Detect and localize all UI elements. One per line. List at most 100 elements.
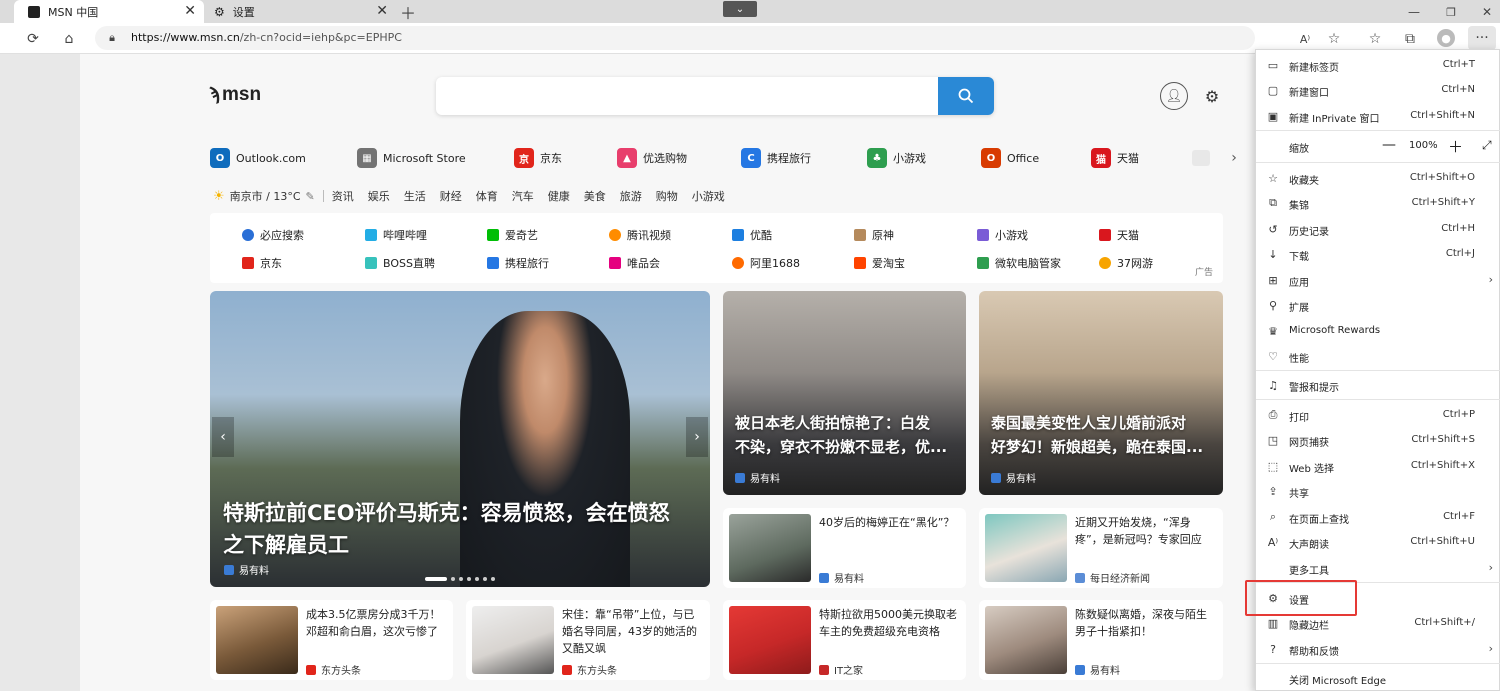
quicklink-ctrip[interactable]: C 携程旅行 xyxy=(741,147,811,169)
menu-item-extensions[interactable]: ⚲ 扩展 xyxy=(1256,293,1500,318)
news-card[interactable]: 特斯拉欲用5000美元换取老车主的免费超级充电资格 IT之家 xyxy=(723,600,966,680)
category-entertainment[interactable]: 娱乐 xyxy=(368,188,390,204)
new-tab-button[interactable]: ＋ xyxy=(398,2,418,23)
read-aloud-icon[interactable]: A⁾ xyxy=(1296,30,1314,48)
site-link[interactable]: 腾讯视频 xyxy=(609,227,671,243)
news-card[interactable]: 40岁后的梅婷正在“黑化”？ 易有料 xyxy=(723,508,966,588)
cards-icon: ♣ xyxy=(867,148,887,168)
capture-icon: ◳ xyxy=(1267,433,1279,447)
chevron-right-icon[interactable]: › xyxy=(1227,150,1241,166)
site-link[interactable]: 阿里1688 xyxy=(732,255,800,271)
menu-item-close-edge[interactable]: 关闭 Microsoft Edge xyxy=(1256,666,1500,691)
profile-icon[interactable]: ● xyxy=(1437,29,1455,47)
quicklink-games[interactable]: ♣ 小游戏 xyxy=(867,147,926,169)
menu-item-apps[interactable]: ⊞ 应用 › xyxy=(1256,268,1500,293)
tab-msn[interactable]: MSN 中国 ✕ xyxy=(14,0,204,23)
url-field[interactable]: 🔒︎ https://www.msn.cn/zh-cn?ocid=iehp&pc… xyxy=(95,26,1255,50)
site-link[interactable]: 必应搜索 xyxy=(242,227,304,243)
carousel-prev-icon[interactable]: ‹ xyxy=(212,417,234,457)
menu-item-web-select[interactable]: ⬚ Web 选择 Ctrl+Shift+X xyxy=(1256,454,1500,479)
menu-item-alerts[interactable]: ♫ 警报和提示 xyxy=(1256,373,1500,398)
quicklink-tmall[interactable]: 猫天猫 xyxy=(1091,147,1139,169)
menu-item-help[interactable]: ? 帮助和反馈 › xyxy=(1256,637,1500,662)
site-link[interactable]: 唯品会 xyxy=(609,255,660,271)
page-settings-icon[interactable]: ⚙ xyxy=(1202,86,1222,106)
quicklink-outlook[interactable]: O Outlook.com xyxy=(210,147,306,169)
search-input[interactable] xyxy=(436,77,994,115)
menu-item-new-tab[interactable]: ▭ 新建标签页 Ctrl+T xyxy=(1256,53,1500,78)
menu-item-inprivate[interactable]: ▣ 新建 InPrivate 窗口 Ctrl+Shift+N xyxy=(1256,104,1500,129)
menu-item-favorites[interactable]: ☆ 收藏夹 Ctrl+Shift+O xyxy=(1256,166,1500,191)
site-link[interactable]: 爱淘宝 xyxy=(854,255,905,271)
close-icon[interactable]: ✕ xyxy=(184,3,196,19)
quicklink-shopping[interactable]: ▲ 优选购物 xyxy=(617,147,687,169)
menu-item-share[interactable]: ⇪ 共享 xyxy=(1256,479,1500,504)
category-food[interactable]: 美食 xyxy=(584,188,606,204)
news-card[interactable]: 近期又开始发烧，“浑身疼”，是新冠吗？专家回应 每日经济新闻 xyxy=(979,508,1223,588)
menu-item-performance[interactable]: ♡ 性能 xyxy=(1256,344,1500,369)
restore-icon[interactable]: ❐ xyxy=(1442,3,1460,21)
home-icon[interactable]: ⌂ xyxy=(60,30,78,48)
edit-icon[interactable]: ✎ xyxy=(306,190,315,203)
menu-item-collections[interactable]: ⧉ 集锦 Ctrl+Shift+Y xyxy=(1256,191,1500,216)
menu-item-more-tools[interactable]: 更多工具 › xyxy=(1256,556,1500,581)
menu-item-new-window[interactable]: ▢ 新建窗口 Ctrl+N xyxy=(1256,78,1500,103)
account-icon[interactable]: 👤︎ xyxy=(1160,82,1188,110)
tab-actions-button[interactable]: ⌄ xyxy=(723,1,757,17)
close-window-icon[interactable]: ✕ xyxy=(1478,3,1496,21)
close-icon[interactable]: ✕ xyxy=(376,3,388,19)
menu-item-downloads[interactable]: ↓ 下载 Ctrl+J xyxy=(1256,242,1500,267)
site-link[interactable]: 37网游 xyxy=(1099,255,1153,271)
site-link[interactable]: 微软电脑管家 xyxy=(977,255,1061,271)
menu-item-rewards[interactable]: ♛ Microsoft Rewards xyxy=(1256,319,1500,344)
weather-location[interactable]: 南京市 / 13°C xyxy=(230,188,301,204)
carousel-dots[interactable] xyxy=(425,577,495,581)
news-card[interactable]: 成本3.5亿票房分成3千万！邓超和俞白眉，这次亏惨了 东方头条 xyxy=(210,600,453,680)
site-link[interactable]: 原神 xyxy=(854,227,894,243)
more-options-icon[interactable]: ··· xyxy=(1468,26,1496,50)
category-sports[interactable]: 体育 xyxy=(476,188,498,204)
category-finance[interactable]: 财经 xyxy=(440,188,462,204)
add-favorite-icon[interactable]: ☆ xyxy=(1325,30,1343,48)
quicklink-office[interactable]: O Office xyxy=(981,147,1039,169)
refresh-icon[interactable]: ⟳ xyxy=(24,30,42,48)
collections-icon[interactable]: ⧉ xyxy=(1401,30,1419,48)
site-link[interactable]: 爱奇艺 xyxy=(487,227,538,243)
menu-item-capture[interactable]: ◳ 网页捕获 Ctrl+Shift+S xyxy=(1256,428,1500,453)
site-link[interactable]: 优酷 xyxy=(732,227,772,243)
search-button[interactable] xyxy=(938,77,994,115)
minimize-icon[interactable]: — xyxy=(1405,3,1423,21)
category-news[interactable]: 资讯 xyxy=(332,188,354,204)
site-link[interactable]: 小游戏 xyxy=(977,227,1028,243)
menu-divider xyxy=(1256,162,1500,163)
news-card[interactable]: 宋佳：靠“吊带”上位，与已婚名导同居，43岁的她活的又酷又飒 东方头条 xyxy=(466,600,710,680)
site-link[interactable]: 哔哩哔哩 xyxy=(365,227,427,243)
zoom-in-button[interactable]: ＋ xyxy=(1448,136,1463,157)
category-games[interactable]: 小游戏 xyxy=(692,188,725,204)
quicklink-store[interactable]: ▦ Microsoft Store xyxy=(357,147,466,169)
menu-item-history[interactable]: ↺ 历史记录 Ctrl+H xyxy=(1256,217,1500,242)
hero-news-card[interactable]: ‹ › 特斯拉前CEO评价马斯克：容易愤怒，会在愤怒 之下解雇员工 易有料 xyxy=(210,291,710,587)
category-health[interactable]: 健康 xyxy=(548,188,570,204)
news-card[interactable]: 陈数疑似离婚，深夜与陌生男子十指紧扣！ 易有料 xyxy=(979,600,1223,680)
site-link[interactable]: 京东 xyxy=(242,255,282,271)
menu-item-read-aloud[interactable]: A⁾ 大声朗读 Ctrl+Shift+U xyxy=(1256,530,1500,555)
menu-item-print[interactable]: ⎙ 打印 Ctrl+P xyxy=(1256,403,1500,428)
category-shopping[interactable]: 购物 xyxy=(656,188,678,204)
site-link[interactable]: BOSS直聘 xyxy=(365,255,435,271)
category-travel[interactable]: 旅游 xyxy=(620,188,642,204)
zoom-out-button[interactable]: — xyxy=(1382,137,1396,153)
fullscreen-icon[interactable]: ⤢ xyxy=(1482,138,1492,153)
category-auto[interactable]: 汽车 xyxy=(512,188,534,204)
menu-item-find[interactable]: ⌕ 在页面上查找 Ctrl+F xyxy=(1256,505,1500,530)
quicklink-jd[interactable]: 京京东 xyxy=(514,147,562,169)
favorites-icon[interactable]: ☆ xyxy=(1366,30,1384,48)
news-card[interactable]: 泰国最美变性人宝儿婚前派对 好梦幻！新娘超美，跪在泰国... 易有料 xyxy=(979,291,1223,495)
carousel-next-icon[interactable]: › xyxy=(686,417,708,457)
category-life[interactable]: 生活 xyxy=(404,188,426,204)
site-link[interactable]: 携程旅行 xyxy=(487,255,549,271)
tab-settings[interactable]: ⚙ 设置 ✕ xyxy=(206,0,396,23)
news-card[interactable]: 被日本老人街拍惊艳了：白发 不染，穿衣不扮嫩不显老，优... 易有料 xyxy=(723,291,966,495)
site-link[interactable]: 天猫 xyxy=(1099,227,1139,243)
msn-logo[interactable]: ϡ msn xyxy=(209,84,261,106)
